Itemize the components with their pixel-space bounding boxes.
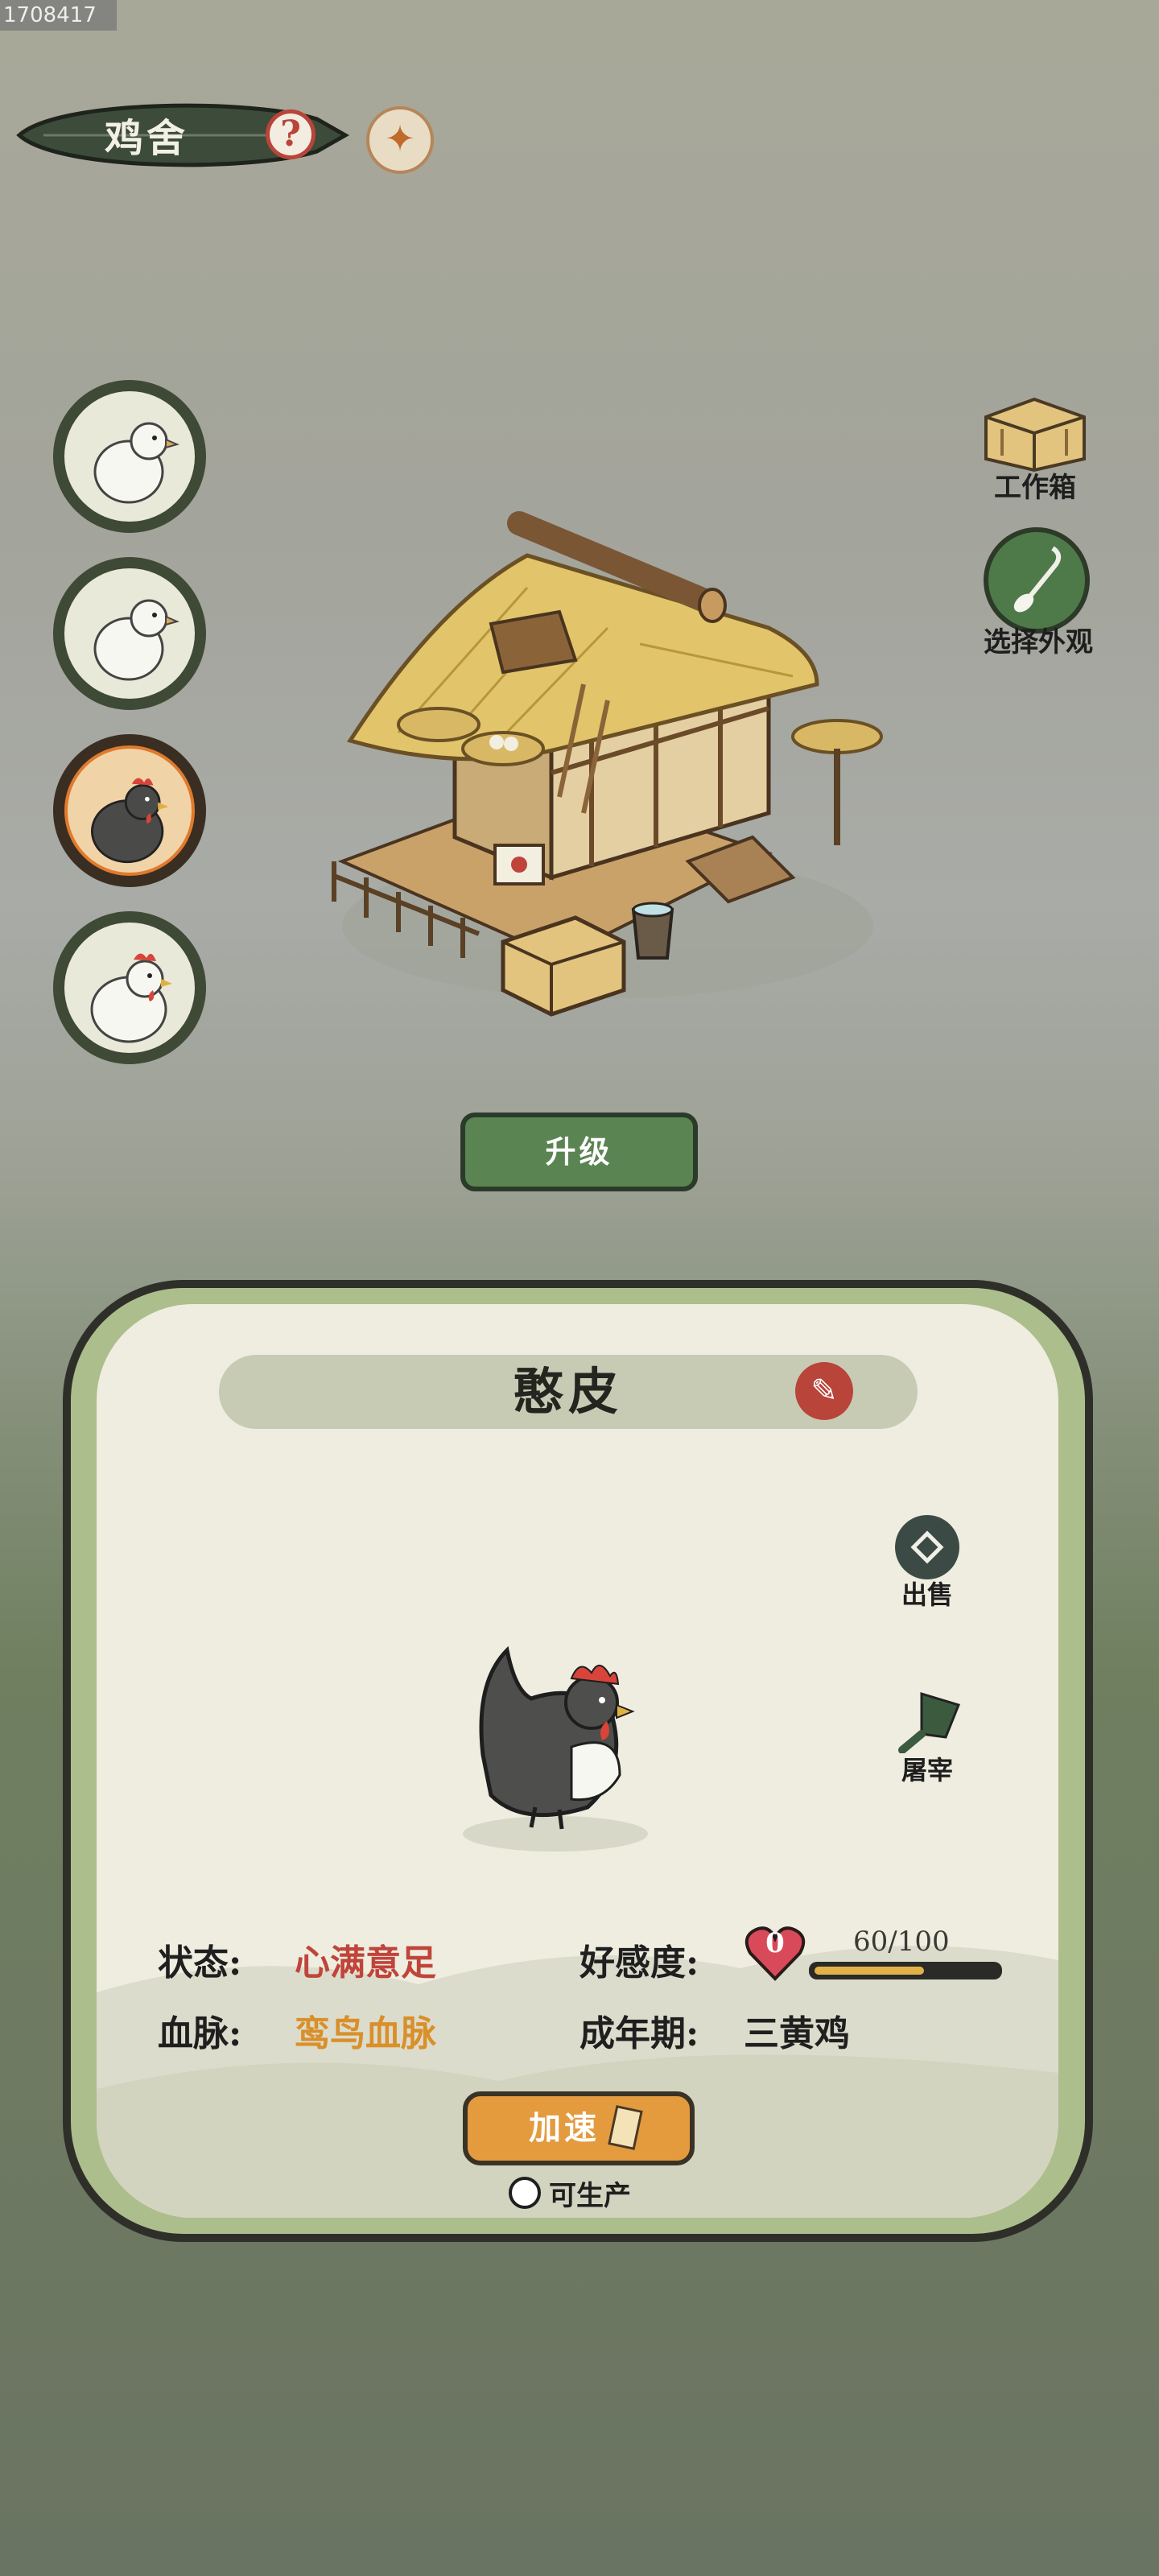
chicken-coop-illustration (332, 511, 883, 1017)
brush-icon (1013, 546, 1062, 613)
rename-brush-icon[interactable]: ✎ (795, 1362, 853, 1420)
chicken-slot-1[interactable] (53, 380, 206, 533)
appearance-button[interactable] (984, 527, 1090, 634)
chicken-slot-4[interactable] (53, 911, 206, 1064)
workbox-icon[interactable] (978, 393, 1092, 473)
favor-progress-text: 60/100 (853, 1926, 950, 1958)
clock-icon (509, 2177, 541, 2209)
favor-progress-fill (815, 1967, 924, 1975)
chicken-slot-2[interactable] (53, 557, 206, 710)
upgrade-button[interactable]: 升级 (460, 1113, 698, 1191)
screenshot-id-tag: 1708417 (0, 0, 117, 31)
speed-up-button[interactable]: 加速 (463, 2091, 695, 2165)
slaughter-button[interactable]: 屠宰 (883, 1750, 971, 1787)
white-dove-icon (93, 599, 179, 681)
status-label: 状态: (158, 1942, 242, 1984)
bloodline-label: 血脉: (158, 2013, 242, 2054)
cleaver-icon[interactable] (889, 1689, 967, 1753)
phoenix-icon[interactable]: ✦ (366, 106, 434, 174)
coin-icon[interactable] (895, 1515, 959, 1579)
black-hen-icon (90, 778, 169, 864)
status-value: 心满意足 (295, 1942, 436, 1984)
help-icon[interactable]: ? (266, 109, 316, 159)
appearance-label[interactable]: 选择外观 (958, 620, 1119, 659)
produce-status: 可生产 (549, 2180, 631, 2212)
bloodline-value: 鸾鸟血脉 (295, 2013, 436, 2054)
page-title: 鸡舍 (105, 116, 189, 161)
favor-level: 0 (765, 1927, 785, 1959)
selected-chicken-illustration (463, 1645, 648, 1852)
favor-label: 好感度: (580, 1942, 699, 1984)
workbox-label[interactable]: 工作箱 (966, 465, 1104, 505)
white-dove-icon (93, 422, 179, 504)
adult-label: 成年期: (580, 2013, 699, 2054)
sell-button[interactable]: 出售 (883, 1575, 971, 1612)
white-hen-icon (90, 953, 172, 1043)
adult-value: 三黄鸡 (744, 2013, 850, 2054)
chicken-slot-3-selected[interactable] (53, 734, 206, 887)
